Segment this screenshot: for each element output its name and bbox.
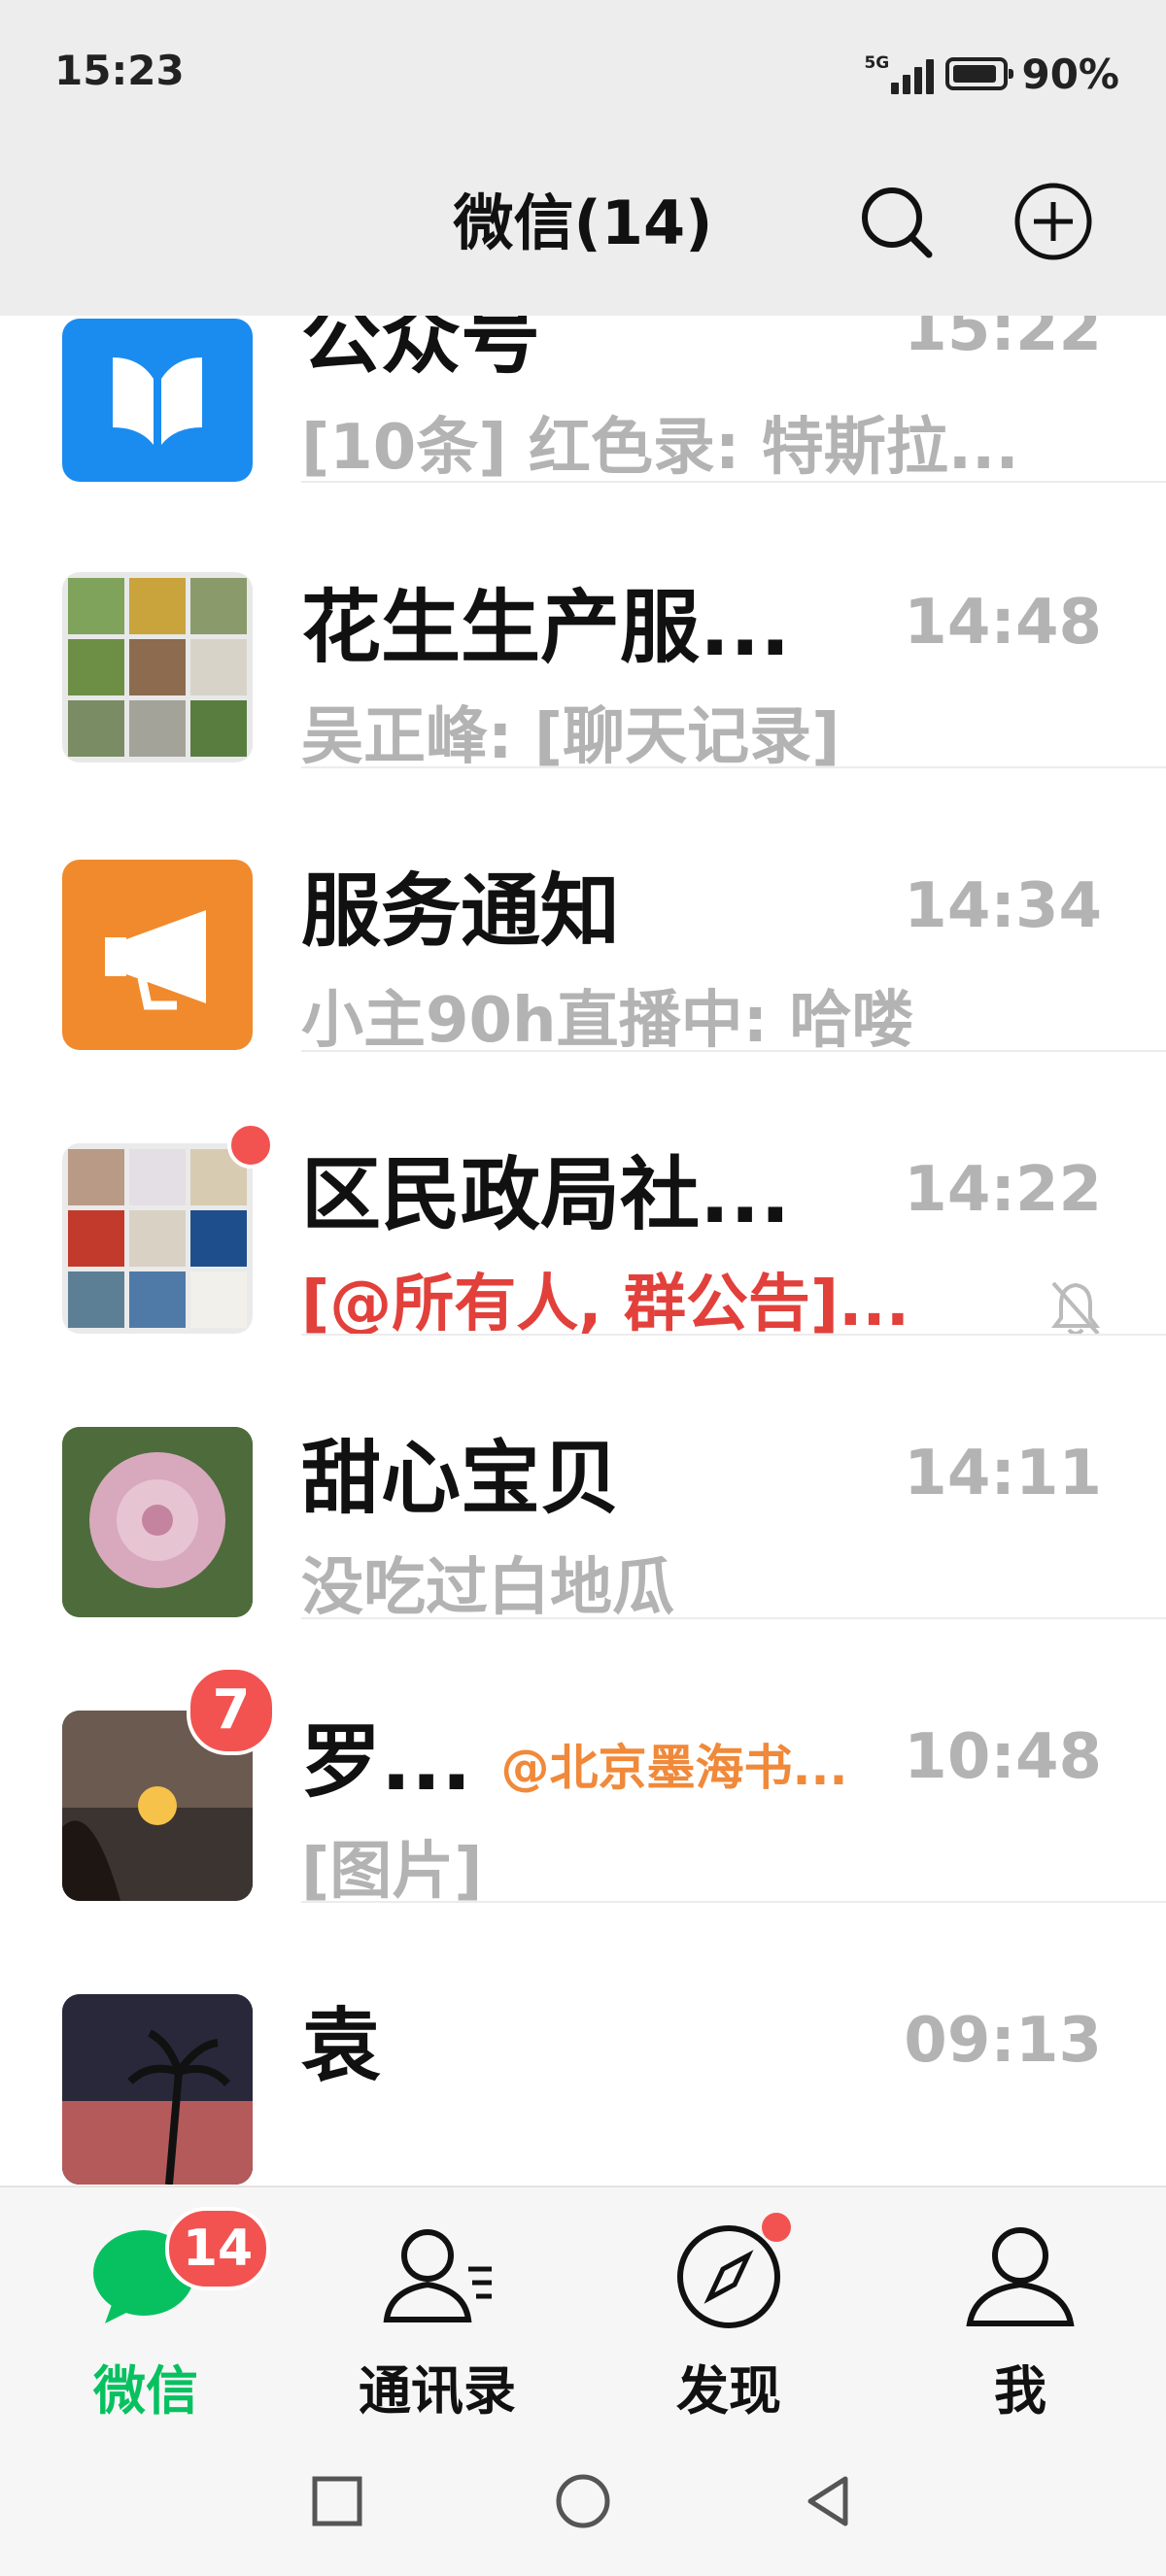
tab-discover[interactable]: 发现	[583, 2187, 874, 2430]
official-accounts-avatar	[62, 319, 253, 482]
chat-item-official-accounts[interactable]: 公众号 15:22 [10条] 红色录: 特斯拉...	[0, 316, 1166, 484]
status-time: 15:23	[54, 47, 185, 94]
tab-label: 微信	[93, 2360, 198, 2422]
group-avatar-grid	[68, 1149, 247, 1328]
chat-item-luo[interactable]: 7 罗... @北京墨海书... 10:48 [图片]	[0, 1617, 1166, 1908]
chat-item-sweetheart[interactable]: 甜心宝贝 14:11 没吃过白地瓜	[0, 1334, 1166, 1624]
megaphone-icon	[105, 910, 206, 1010]
chat-preview: [10条] 红色录: 特斯拉...	[301, 412, 1019, 484]
chat-name-text: 罗...	[301, 1716, 472, 1809]
tab-me[interactable]: 我	[874, 2187, 1166, 2430]
search-icon	[862, 187, 933, 258]
network-label: 5G	[864, 53, 890, 73]
book-icon	[113, 357, 202, 445]
page-title: 微信(14)	[453, 187, 713, 258]
chat-name: 花生生产服...	[301, 582, 791, 674]
chat-preview: 吴正峰: [聊天记录]	[301, 701, 840, 773]
plus-circle-icon	[1014, 183, 1092, 260]
mute-bell-icon	[1049, 1279, 1102, 1338]
chat-name: 甜心宝贝	[301, 1433, 621, 1525]
chat-name: 服务通知	[301, 865, 621, 958]
recent-apps-button[interactable]	[303, 2467, 371, 2535]
chat-name: 公众号	[301, 316, 541, 385]
chat-preview: 没吃过白地瓜	[301, 1552, 674, 1624]
person-icon	[966, 2227, 1075, 2326]
chat-time: 14:48	[904, 587, 1102, 659]
add-button[interactable]	[1012, 181, 1094, 262]
unread-count-badge: 7	[187, 1666, 276, 1755]
chat-time: 14:11	[904, 1438, 1102, 1509]
status-indicators: 5G 90%	[864, 47, 1119, 101]
group-avatar-grid	[68, 578, 247, 757]
chat-item-civil-affairs-group[interactable]: 区民政局社... 14:22 [@所有人, 群公告]...	[0, 1050, 1166, 1340]
new-content-dot	[762, 2213, 791, 2242]
chat-name: 袁	[301, 2000, 382, 2092]
chat-name: 区民政局社...	[301, 1149, 791, 1241]
chat-time: 10:48	[904, 1721, 1102, 1793]
signal-icon: 5G	[864, 51, 935, 96]
chat-preview: 小主90h直播中: 哈喽	[301, 985, 914, 1057]
contacts-icon	[383, 2229, 492, 2322]
tab-label: 我	[994, 2360, 1046, 2422]
group-avatar	[62, 572, 253, 763]
flower-photo	[62, 1427, 253, 1617]
square-icon	[312, 2476, 362, 2526]
flower-avatar	[62, 1427, 253, 1617]
search-button[interactable]	[855, 181, 937, 262]
system-navigation-bar	[0, 2428, 1166, 2576]
service-notice-avatar	[62, 860, 253, 1050]
circle-icon	[556, 2474, 610, 2528]
chat-item-yuan[interactable]: 袁 09:13	[0, 1901, 1166, 2185]
chat-preview: [图片]	[301, 1836, 483, 1908]
back-button[interactable]	[795, 2467, 863, 2535]
tab-chats[interactable]: 14 微信	[0, 2187, 292, 2430]
chat-list[interactable]: 公众号 15:22 [10条] 红色录: 特斯拉... 花生生产服... 14:…	[0, 316, 1166, 2186]
unread-dot	[227, 1122, 274, 1169]
chat-item-peanut-group[interactable]: 花生生产服... 14:48 吴正峰: [聊天记录]	[0, 483, 1166, 773]
home-button[interactable]	[549, 2467, 617, 2535]
bottom-tab-bar: 14 微信 通讯录 发现 我	[0, 2186, 1166, 2430]
tab-contacts[interactable]: 通讯录	[292, 2187, 583, 2430]
chat-time: 14:22	[904, 1154, 1102, 1226]
triangle-back-icon	[807, 2476, 848, 2526]
group-avatar	[62, 1143, 253, 1334]
chat-time: 09:13	[904, 2005, 1102, 2077]
tab-label: 发现	[676, 2360, 781, 2422]
chat-time: 14:34	[904, 870, 1102, 942]
battery-percent: 90%	[1021, 50, 1119, 98]
chat-preview: [@所有人, 群公告]...	[301, 1269, 910, 1340]
chat-name: 罗... @北京墨海书...	[301, 1714, 847, 1816]
battery-icon	[945, 57, 1014, 90]
top-bar: 15:23 5G 90% 微信(14)	[0, 0, 1166, 316]
tab-label: 通讯录	[359, 2360, 516, 2422]
mention-tag: @北京墨海书...	[500, 1739, 848, 1796]
palm-avatar	[62, 1994, 253, 2185]
unread-count-badge: 14	[165, 2207, 270, 2290]
chat-time: 15:22	[904, 316, 1102, 365]
palm-night-photo	[62, 1994, 253, 2185]
chat-item-service-notice[interactable]: 服务通知 14:34 小主90h直播中: 哈喽	[0, 766, 1166, 1057]
